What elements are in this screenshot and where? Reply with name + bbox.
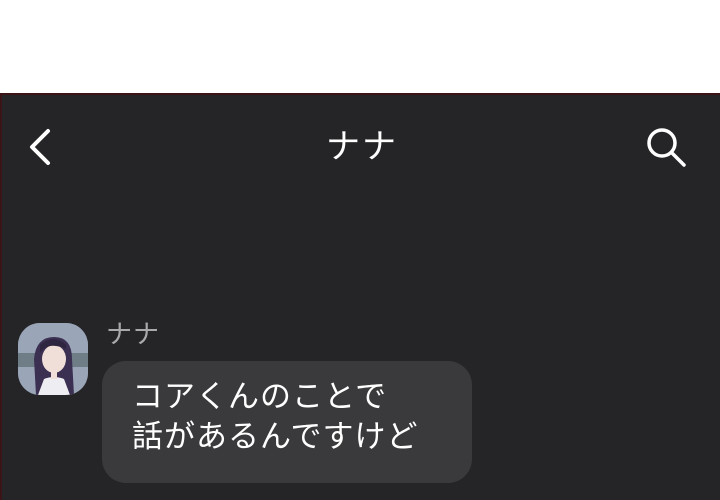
message-bubble[interactable]: コアくんのことで 話があるんですけど [102,361,472,483]
sender-name: ナナ [106,320,161,350]
message-line: コアくんのことで [132,379,388,415]
chat-screen: ナナ ナナ コアくんのことで 話があるんですけど [0,93,720,500]
chat-header: ナナ [2,95,720,195]
avatar[interactable] [18,323,88,395]
avatar-image [18,323,88,395]
chat-title: ナナ [326,127,398,167]
search-button[interactable] [642,123,694,171]
top-blank-area [0,0,720,93]
search-icon [647,128,686,167]
message-line: 話があるんですけど [132,419,419,455]
